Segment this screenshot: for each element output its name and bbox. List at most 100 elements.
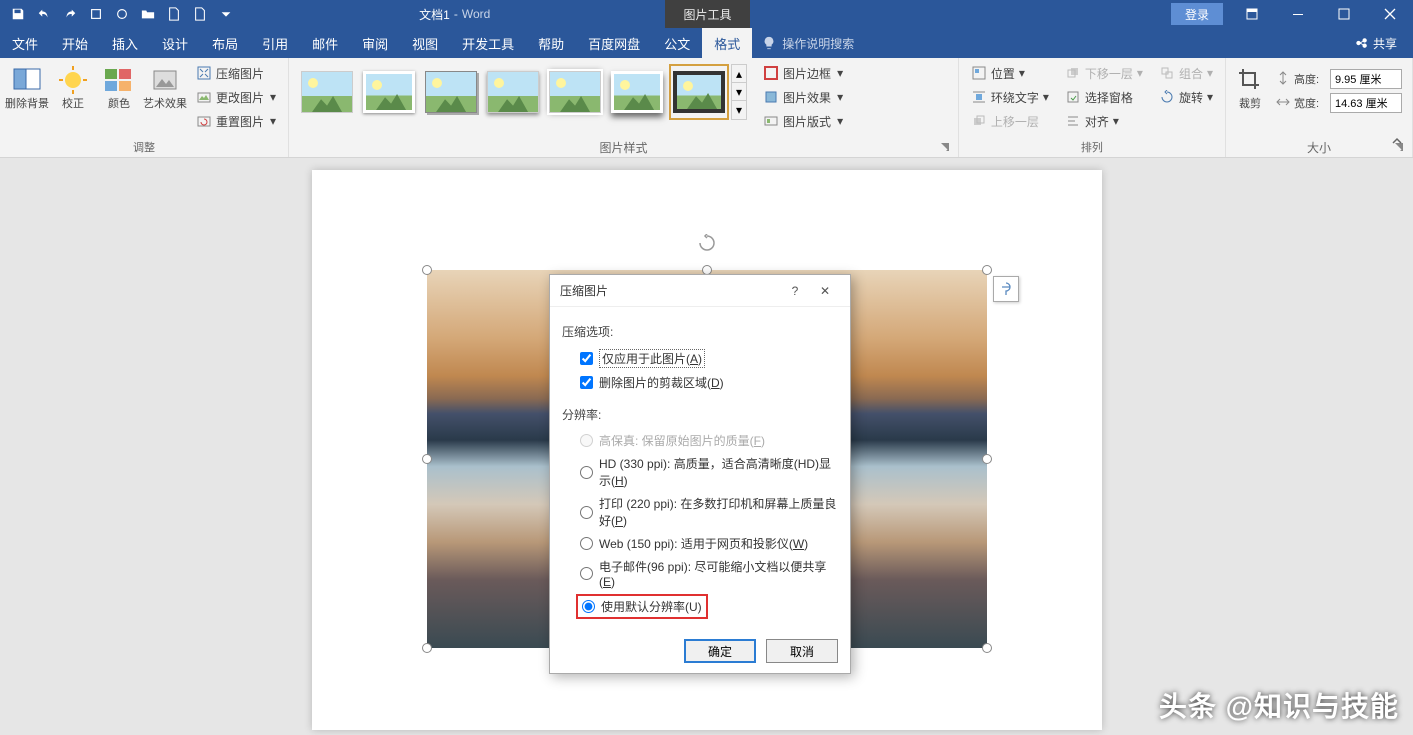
- group-label: 调整: [4, 139, 284, 155]
- width-input[interactable]: [1330, 93, 1402, 113]
- rotate-button[interactable]: 旋转▾: [1155, 86, 1217, 108]
- tab-baidu[interactable]: 百度网盘: [576, 28, 652, 58]
- style-thumb[interactable]: [297, 64, 357, 120]
- radio-email[interactable]: 电子邮件(96 ppi): 尽可能缩小文档以便共享(E): [562, 555, 838, 592]
- resize-handle[interactable]: [422, 643, 432, 653]
- close-button[interactable]: [1367, 0, 1413, 28]
- send-backward-button[interactable]: 下移一层▾: [1061, 62, 1147, 84]
- help-button[interactable]: ?: [780, 276, 810, 306]
- gallery-down-button[interactable]: ▾: [732, 83, 746, 101]
- layout-options-button[interactable]: [993, 276, 1019, 302]
- tab-design[interactable]: 设计: [150, 28, 200, 58]
- tab-home[interactable]: 开始: [50, 28, 100, 58]
- ok-button[interactable]: 确定: [684, 639, 756, 663]
- picture-border-button[interactable]: 图片边框▾: [759, 62, 847, 84]
- resize-handle[interactable]: [982, 643, 992, 653]
- color-button[interactable]: 颜色: [96, 60, 142, 136]
- style-thumb[interactable]: [421, 64, 481, 120]
- minimize-button[interactable]: [1275, 0, 1321, 28]
- apply-only-checkbox[interactable]: 仅应用于此图片(A): [562, 346, 838, 371]
- title-bar: 文档1 - Word 图片工具 登录: [0, 0, 1413, 28]
- gallery-up-button[interactable]: ▴: [732, 65, 746, 83]
- radio-hd[interactable]: HD (330 ppi): 高质量，适合高清晰度(HD)显示(H): [562, 452, 838, 492]
- artistic-effects-button[interactable]: 艺术效果: [142, 60, 188, 136]
- gallery-more-button[interactable]: ▾: [732, 101, 746, 119]
- tab-layout[interactable]: 布局: [200, 28, 250, 58]
- undo-button[interactable]: [32, 2, 56, 26]
- redo-button[interactable]: [58, 2, 82, 26]
- remove-background-button[interactable]: 删除背景: [4, 60, 50, 136]
- rotate-handle[interactable]: [698, 234, 716, 255]
- qat-icon[interactable]: [84, 2, 108, 26]
- dialog-body: 压缩选项: 仅应用于此图片(A) 删除图片的剪裁区域(D) 分辨率: 高保真: …: [550, 307, 850, 629]
- remove-bg-icon: [11, 64, 43, 96]
- tab-format[interactable]: 格式: [702, 28, 752, 58]
- qat-icon[interactable]: [110, 2, 134, 26]
- style-thumb[interactable]: [359, 64, 419, 120]
- change-picture-button[interactable]: 更改图片▾: [192, 86, 280, 108]
- border-icon: [763, 65, 779, 81]
- login-button[interactable]: 登录: [1171, 3, 1223, 25]
- ribbon-options-button[interactable]: [1229, 0, 1275, 28]
- selection-pane-button[interactable]: 选择窗格: [1061, 86, 1147, 108]
- dialog-title: 压缩图片: [560, 282, 780, 299]
- style-thumb[interactable]: [545, 64, 605, 120]
- corrections-button[interactable]: 校正: [50, 60, 96, 136]
- tab-mailings[interactable]: 邮件: [300, 28, 350, 58]
- styles-gallery[interactable]: ▴ ▾ ▾: [293, 60, 751, 124]
- save-button[interactable]: [6, 2, 30, 26]
- tell-me-search[interactable]: 操作说明搜索: [752, 28, 864, 58]
- delete-crop-checkbox[interactable]: 删除图片的剪裁区域(D): [562, 371, 838, 394]
- position-button[interactable]: 位置▾: [967, 62, 1053, 84]
- tab-insert[interactable]: 插入: [100, 28, 150, 58]
- picture-layout-button[interactable]: 图片版式▾: [759, 110, 847, 132]
- wrap-icon: [971, 89, 987, 105]
- width-field: 宽度:: [1274, 92, 1404, 114]
- resize-handle[interactable]: [982, 454, 992, 464]
- height-input[interactable]: [1330, 69, 1402, 89]
- style-thumb[interactable]: [607, 64, 667, 120]
- resize-handle[interactable]: [982, 265, 992, 275]
- share-button[interactable]: 共享: [1339, 28, 1413, 58]
- tab-gongwen[interactable]: 公文: [652, 28, 702, 58]
- tab-references[interactable]: 引用: [250, 28, 300, 58]
- align-button[interactable]: 对齐▾: [1061, 110, 1147, 132]
- compress-pictures-button[interactable]: 压缩图片: [192, 62, 280, 84]
- radio-default-highlighted[interactable]: 使用默认分辨率(U): [576, 594, 708, 619]
- wrap-text-button[interactable]: 环绕文字▾: [967, 86, 1053, 108]
- new-button[interactable]: [162, 2, 186, 26]
- qat-icon[interactable]: [188, 2, 212, 26]
- tab-view[interactable]: 视图: [400, 28, 450, 58]
- maximize-button[interactable]: [1321, 0, 1367, 28]
- cancel-button[interactable]: 取消: [766, 639, 838, 663]
- style-thumb[interactable]: [483, 64, 543, 120]
- watermark: 头条 @知识与技能: [1159, 685, 1399, 725]
- align-icon: [1065, 113, 1081, 129]
- position-icon: [971, 65, 987, 81]
- dialog-launcher[interactable]: [938, 141, 952, 155]
- resize-handle[interactable]: [422, 454, 432, 464]
- picture-effects-button[interactable]: 图片效果▾: [759, 86, 847, 108]
- bring-forward-button[interactable]: 上移一层: [967, 110, 1053, 132]
- qat-customize[interactable]: [214, 2, 238, 26]
- resize-handle[interactable]: [422, 265, 432, 275]
- tab-developer[interactable]: 开发工具: [450, 28, 526, 58]
- color-icon: [103, 64, 135, 96]
- tab-help[interactable]: 帮助: [526, 28, 576, 58]
- crop-icon: [1234, 64, 1266, 96]
- group-button[interactable]: 组合▾: [1155, 62, 1217, 84]
- radio-print[interactable]: 打印 (220 ppi): 在多数打印机和屏幕上质量良好(P): [562, 492, 838, 532]
- crop-button[interactable]: 裁剪: [1230, 60, 1270, 136]
- close-button[interactable]: ✕: [810, 276, 840, 306]
- quick-access-toolbar: [0, 2, 244, 26]
- collapse-ribbon-button[interactable]: [1391, 135, 1409, 153]
- reset-picture-button[interactable]: 重置图片▾: [192, 110, 280, 132]
- tab-file[interactable]: 文件: [0, 28, 50, 58]
- open-button[interactable]: [136, 2, 160, 26]
- group-picture-styles: ▴ ▾ ▾ 图片边框▾ 图片效果▾ 图片版式▾ 图片样式: [289, 58, 959, 157]
- style-thumb-selected[interactable]: [669, 64, 729, 120]
- contextual-tab-label: 图片工具: [665, 0, 749, 28]
- backward-icon: [1065, 65, 1081, 81]
- tab-review[interactable]: 审阅: [350, 28, 400, 58]
- radio-web[interactable]: Web (150 ppi): 适用于网页和投影仪(W): [562, 532, 838, 555]
